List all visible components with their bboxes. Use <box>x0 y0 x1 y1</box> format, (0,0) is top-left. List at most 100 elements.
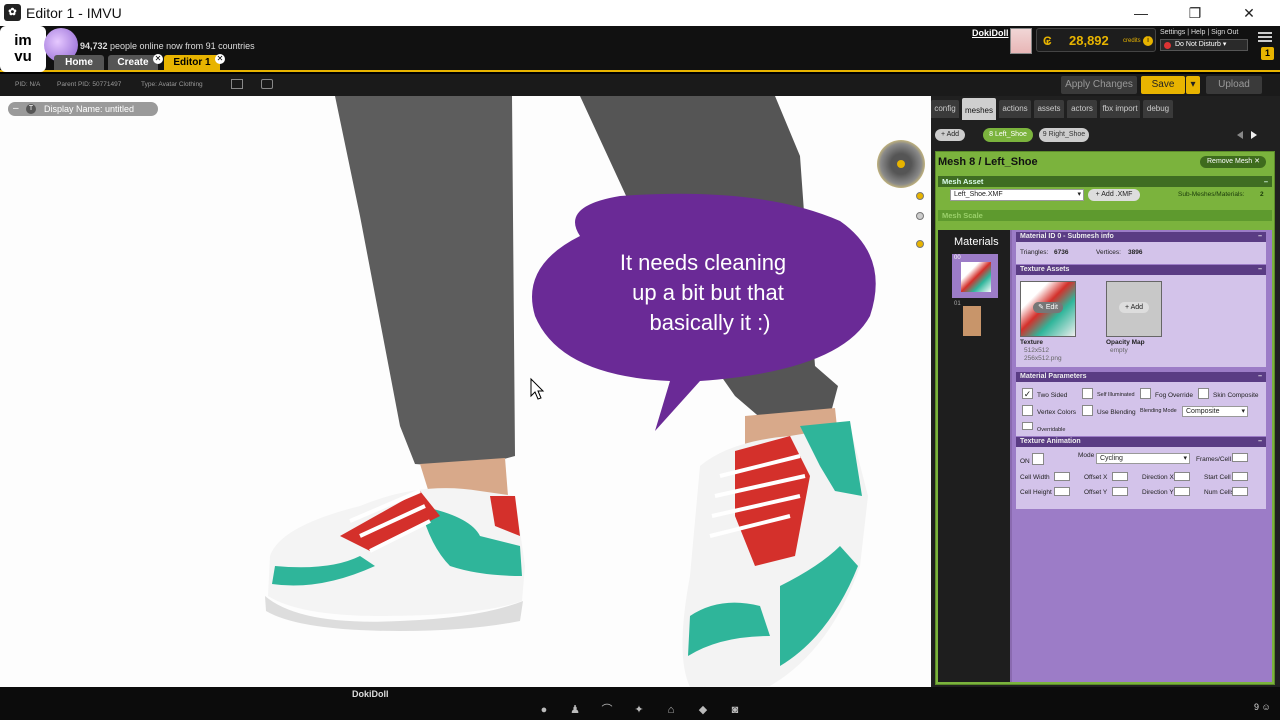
avatar-render: It needs cleaning up a bit but that basi… <box>265 96 876 687</box>
material-slot-0[interactable]: 00 <box>952 254 998 298</box>
anim-on-checkbox[interactable] <box>1032 453 1044 465</box>
tab-home[interactable]: Home <box>54 55 104 70</box>
two-sided-checkbox[interactable]: ✓ <box>1022 388 1033 399</box>
scroll-right-icon[interactable] <box>1251 131 1257 139</box>
direction-x-input[interactable] <box>1174 472 1190 481</box>
collapse-icon[interactable]: – <box>1258 372 1262 382</box>
tab-editor-close-icon[interactable]: ✕ <box>215 54 225 64</box>
material-slot-1[interactable]: 01 <box>952 300 998 344</box>
add-xmf-button[interactable]: + Add .XMF <box>1088 189 1140 201</box>
edit-texture-button[interactable]: ✎ Edit <box>1033 302 1063 313</box>
chat-icon[interactable]: ● <box>538 704 550 716</box>
offset-x-input[interactable] <box>1112 472 1128 481</box>
anim-on-label: ON <box>1020 458 1030 465</box>
tab-editor[interactable]: Editor 1 <box>164 55 220 70</box>
vertex-colors-checkbox[interactable] <box>1022 405 1033 416</box>
offset-y-input[interactable] <box>1112 487 1128 496</box>
cell-width-input[interactable] <box>1054 472 1070 481</box>
fog-override-checkbox[interactable] <box>1140 388 1151 399</box>
scroll-left-icon[interactable] <box>1237 131 1243 139</box>
status-dropdown[interactable]: Do Not Disturb ▾ <box>1160 39 1248 51</box>
overridable-checkbox[interactable] <box>1022 422 1033 430</box>
mesh-title: Mesh 8 / Left_Shoe <box>938 156 1038 168</box>
use-blending-checkbox[interactable] <box>1082 405 1093 416</box>
collapse-icon[interactable]: – <box>1264 176 1268 187</box>
add-opacity-button[interactable]: + Add <box>1119 302 1149 313</box>
mesh-asset-header[interactable]: Mesh Asset – <box>938 176 1272 187</box>
tab-meshes[interactable]: meshes <box>962 98 996 120</box>
credits-display[interactable]: ₢ 28,892 credits i <box>1036 28 1156 52</box>
material-params-header[interactable]: Material Parameters – <box>1016 372 1266 382</box>
hanger-icon[interactable]: ⌒ <box>601 704 613 716</box>
collapse-icon[interactable]: – <box>13 102 19 116</box>
start-cell-input[interactable] <box>1232 472 1248 481</box>
close-button[interactable]: ✕ <box>1234 3 1264 23</box>
type-label: Type: Avatar Clothing <box>141 81 203 88</box>
tab-config[interactable]: config <box>931 100 959 118</box>
account-links[interactable]: Settings | Help | Sign Out <box>1160 29 1238 36</box>
3d-viewport[interactable]: It needs cleaning up a bit but that basi… <box>0 96 931 687</box>
camera-navpad[interactable] <box>877 140 925 188</box>
vertices-label: Vertices: <box>1096 249 1121 256</box>
camera-icon[interactable]: ◙ <box>729 704 741 716</box>
credits-info-icon[interactable]: i <box>1143 36 1153 46</box>
save-button[interactable]: Save <box>1141 76 1185 94</box>
home-icon[interactable]: ⌂ <box>665 704 677 716</box>
add-mesh-button[interactable]: + Add <box>935 129 965 141</box>
texture-animation-header[interactable]: Texture Animation – <box>1016 437 1266 447</box>
people-count[interactable]: 9 ☺ <box>1254 702 1271 712</box>
collapse-icon[interactable]: – <box>1258 437 1262 447</box>
skin-composite-checkbox[interactable] <box>1198 388 1209 399</box>
tab-assets[interactable]: assets <box>1034 100 1064 118</box>
num-cells-input[interactable] <box>1232 487 1248 496</box>
emote-icon[interactable]: ◆ <box>697 704 709 716</box>
notification-badge[interactable]: 1 <box>1261 47 1274 60</box>
zoom-handle[interactable] <box>916 212 924 220</box>
material-info-header[interactable]: Material ID 0 - Submesh info – <box>1016 232 1266 242</box>
direction-y-input[interactable] <box>1174 487 1190 496</box>
menu-icon[interactable] <box>1258 32 1272 42</box>
tab-actions[interactable]: actions <box>999 100 1031 118</box>
upload-button[interactable]: Upload <box>1206 76 1262 94</box>
blending-mode-select[interactable]: Composite <box>1182 406 1248 417</box>
folder-icon[interactable] <box>261 79 273 89</box>
submeshes-label: Sub-Meshes/Materials: <box>1178 191 1245 198</box>
cell-height-input[interactable] <box>1054 487 1070 496</box>
shirt-icon[interactable]: ♟ <box>569 704 581 716</box>
tab-editor-label: Editor 1 <box>173 57 211 68</box>
mesh-tab-right-shoe[interactable]: 9 Right_Shoe <box>1039 128 1089 142</box>
user-avatar[interactable] <box>1010 28 1032 54</box>
tab-fbx-import[interactable]: fbx import <box>1100 100 1140 118</box>
tab-create[interactable]: Create <box>108 55 158 70</box>
frames-cell-input[interactable] <box>1232 453 1248 462</box>
navpad-center-icon[interactable] <box>897 160 905 168</box>
zoom-in-icon[interactable] <box>916 192 924 200</box>
save-options-chevron-icon[interactable]: ▾ <box>1186 76 1200 94</box>
restore-button[interactable]: ❐ <box>1180 3 1210 23</box>
mesh-scale-header[interactable]: Mesh Scale <box>938 210 1272 221</box>
tab-debug[interactable]: debug <box>1143 100 1173 118</box>
pose-icon[interactable]: ✦ <box>633 704 645 716</box>
texture-thumbnail[interactable]: ✎ Edit <box>1020 281 1076 337</box>
username-link[interactable]: DokiDoll <box>972 28 1009 38</box>
pid-label: PID: N/A <box>15 81 41 88</box>
zoom-out-icon[interactable] <box>916 240 924 248</box>
texture-assets-header[interactable]: Texture Assets – <box>1016 265 1266 275</box>
remove-mesh-button[interactable]: Remove Mesh ✕ <box>1200 156 1266 168</box>
anim-mode-select[interactable]: Cycling <box>1096 453 1190 464</box>
apply-changes-button[interactable]: Apply Changes <box>1061 76 1137 94</box>
tab-create-close-icon[interactable]: ✕ <box>153 54 163 64</box>
mesh-tab-left-shoe[interactable]: 8 Left_Shoe <box>983 128 1033 142</box>
self-illuminated-checkbox[interactable] <box>1082 388 1093 399</box>
tab-actors[interactable]: actors <box>1067 100 1097 118</box>
mesh-file-select[interactable]: Left_Shoe.XMF <box>950 189 1084 201</box>
zoom-slider[interactable] <box>916 192 924 250</box>
opacity-map-slot[interactable]: + Add <box>1106 281 1162 337</box>
triangles-value: 6736 <box>1054 249 1069 256</box>
minimize-button[interactable]: — <box>1126 3 1156 23</box>
collapse-icon[interactable]: – <box>1258 232 1262 242</box>
collapse-icon[interactable]: – <box>1258 265 1262 275</box>
imvu-logo[interactable]: im vu <box>0 26 46 72</box>
display-name-label[interactable]: – T Display Name: untitled <box>8 102 158 116</box>
window-icon[interactable] <box>231 79 243 89</box>
